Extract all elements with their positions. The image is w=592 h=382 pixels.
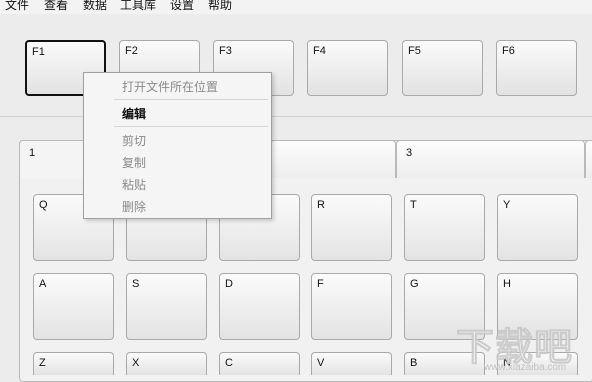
key-x[interactable]: X bbox=[126, 352, 207, 375]
key-y[interactable]: Y bbox=[497, 194, 578, 261]
ctx-open-location[interactable]: 打开文件所在位置 bbox=[122, 79, 218, 95]
key-d[interactable]: D bbox=[219, 273, 300, 340]
key-r[interactable]: R bbox=[311, 194, 392, 261]
menu-view[interactable]: 查看 bbox=[44, 0, 68, 13]
fkey-f5[interactable]: F5 bbox=[402, 40, 483, 96]
key-label: S bbox=[132, 278, 140, 290]
key-label: D bbox=[225, 278, 233, 290]
fkey-label: F5 bbox=[408, 45, 421, 57]
key-f[interactable]: F bbox=[311, 273, 392, 340]
key-label: B bbox=[410, 357, 418, 369]
ctx-edit[interactable]: 编辑 bbox=[122, 106, 146, 122]
context-menu: 打开文件所在位置 编辑 剪切 复制 粘贴 删除 bbox=[83, 72, 272, 219]
fkey-label: F4 bbox=[313, 45, 326, 57]
ctx-copy[interactable]: 复制 bbox=[122, 155, 146, 171]
fkey-label: F2 bbox=[125, 45, 138, 57]
tab-label: 3 bbox=[406, 147, 413, 159]
fkey-label: F3 bbox=[219, 45, 232, 57]
menu-help[interactable]: 帮助 bbox=[208, 0, 232, 13]
key-v[interactable]: V bbox=[311, 352, 392, 375]
key-label: F bbox=[317, 278, 324, 290]
tab-label: 1 bbox=[29, 147, 36, 159]
key-label: T bbox=[410, 199, 417, 211]
fkey-f6[interactable]: F6 bbox=[496, 40, 577, 96]
key-label: Z bbox=[39, 357, 46, 369]
ctx-delete[interactable]: 删除 bbox=[122, 199, 146, 215]
menu-file[interactable]: 文件 bbox=[5, 0, 29, 13]
watermark-url: www.xiazaiba.com bbox=[484, 362, 567, 373]
fkey-f4[interactable]: F4 bbox=[307, 40, 388, 96]
key-label: Y bbox=[503, 199, 511, 211]
tab-4[interactable] bbox=[585, 140, 592, 178]
menu-bar: 文件 查看 数据 工具库 设置 帮助 bbox=[0, 0, 592, 14]
tab-3[interactable]: 3 bbox=[396, 140, 585, 178]
key-c[interactable]: C bbox=[219, 352, 300, 375]
menu-data[interactable]: 数据 bbox=[83, 0, 107, 13]
tab-2[interactable] bbox=[270, 140, 396, 178]
ctx-paste[interactable]: 粘贴 bbox=[122, 177, 146, 193]
key-label: C bbox=[225, 357, 233, 369]
watermark: 下载吧 www.xiazaiba.com bbox=[454, 312, 592, 375]
menu-toolbox[interactable]: 工具库 bbox=[120, 0, 156, 13]
key-label: R bbox=[317, 199, 325, 211]
ctx-separator bbox=[114, 99, 268, 100]
key-label: H bbox=[503, 278, 511, 290]
key-label: Q bbox=[39, 199, 48, 211]
ctx-cut[interactable]: 剪切 bbox=[122, 133, 146, 149]
key-t[interactable]: T bbox=[404, 194, 485, 261]
fkey-label: F6 bbox=[502, 45, 515, 57]
key-label: V bbox=[317, 357, 325, 369]
menu-settings[interactable]: 设置 bbox=[170, 0, 194, 13]
key-label: A bbox=[39, 278, 47, 290]
key-a[interactable]: A bbox=[33, 273, 114, 340]
key-s[interactable]: S bbox=[126, 273, 207, 340]
fkey-label: F1 bbox=[32, 46, 45, 58]
key-label: X bbox=[132, 357, 140, 369]
ctx-separator bbox=[114, 126, 268, 127]
key-z[interactable]: Z bbox=[33, 352, 114, 375]
key-label: G bbox=[410, 278, 419, 290]
